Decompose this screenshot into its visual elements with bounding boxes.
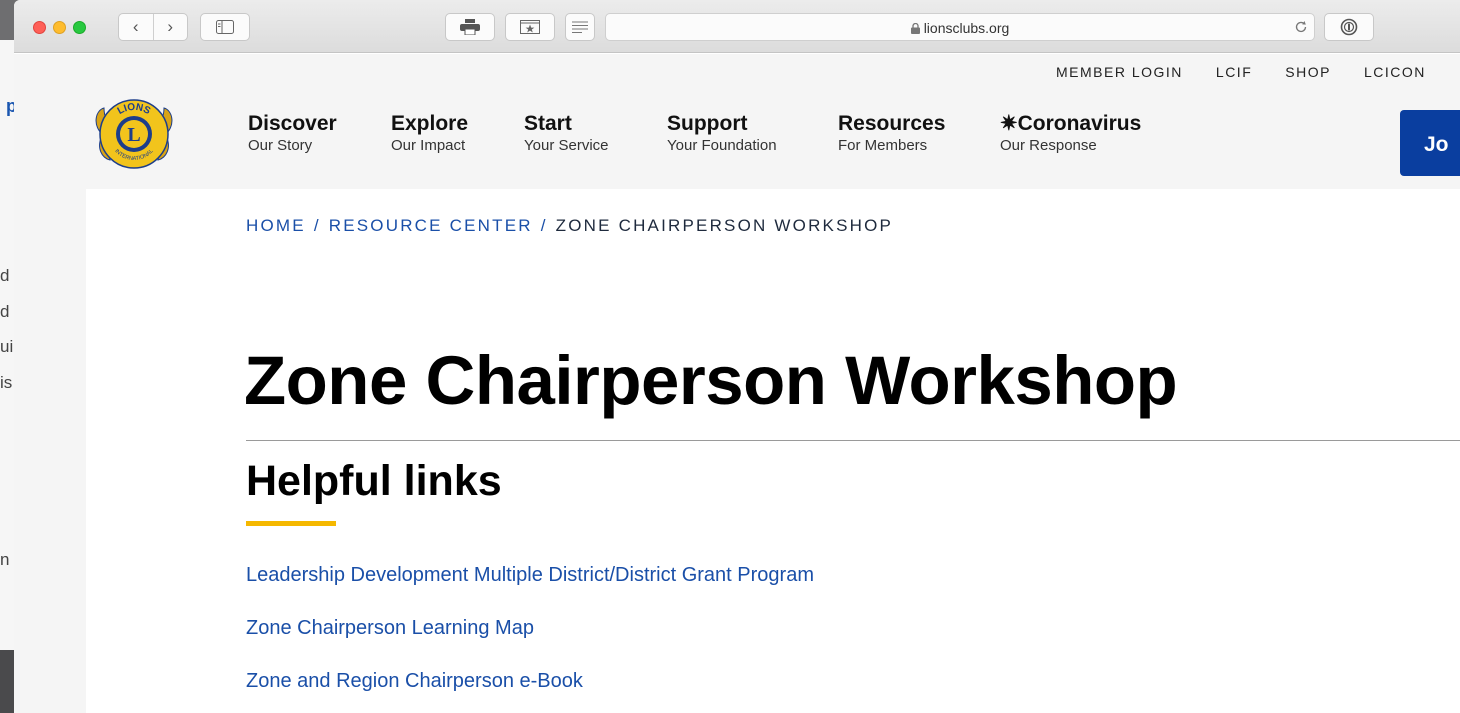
nav-item-subtitle: For Members [838, 137, 928, 154]
utility-link-lcif[interactable]: LCIF [1216, 64, 1252, 80]
main-content: HOME / RESOURCE CENTER / ZONE CHAIRPERSON WO… [86, 189, 1460, 713]
forward-button[interactable]: › [154, 14, 188, 40]
nav-item-resources[interactable]: Resources For Members [838, 112, 945, 156]
page-title: Zone Chairperson Workshop [244, 342, 1178, 419]
join-button[interactable]: Jo [1400, 110, 1460, 176]
reader-icon [572, 21, 588, 33]
nav-item-title: Start [524, 112, 572, 135]
history-nav-group: ‹ › [118, 13, 188, 41]
close-window-button[interactable] [33, 21, 46, 34]
bookmark-button[interactable] [505, 13, 555, 41]
minimize-window-button[interactable] [53, 21, 66, 34]
password-manager-icon [1340, 18, 1358, 36]
background-fragment: ui [0, 337, 14, 356]
utility-link-member-login[interactable]: MEMBER LOGIN [1056, 64, 1183, 80]
background-fragment: n [0, 550, 10, 569]
link-learning-map[interactable]: Zone Chairperson Learning Map [246, 618, 814, 638]
nav-item-start[interactable]: Start Your Service [524, 112, 609, 156]
heading-underline [246, 521, 336, 526]
link-grant-program[interactable]: Leadership Development Multiple District… [246, 565, 814, 585]
background-fragment: is [0, 373, 13, 392]
breadcrumb: HOME / RESOURCE CENTER / ZONE CHAIRPERSON WO… [246, 216, 893, 236]
nav-item-subtitle: Your Service [524, 137, 609, 154]
zoom-window-button[interactable] [73, 21, 86, 34]
lions-logo[interactable]: L LIONS INTERNATIONAL [90, 94, 178, 174]
breadcrumb-current: ZONE CHAIRPERSON WORKSHOP [555, 216, 894, 235]
nav-item-subtitle: Our Story [248, 137, 313, 154]
background-fragment: d [0, 302, 10, 321]
background-fragment: d [0, 266, 10, 285]
browser-toolbar: ‹ › lionsclubs.org [14, 0, 1460, 53]
url-display: lionsclubs.org [606, 20, 1314, 36]
nav-item-subtitle: Your Foundation [667, 137, 777, 154]
breadcrumb-link-resource-center[interactable]: RESOURCE CENTER [329, 216, 533, 235]
password-manager-button[interactable] [1324, 13, 1374, 41]
utility-nav: MEMBER LOGIN LCIF SHOP LCICON [1056, 64, 1459, 80]
utility-link-lcicon[interactable]: LCICON [1364, 64, 1426, 80]
url-text: lionsclubs.org [923, 20, 1010, 36]
sidebar-icon [216, 20, 234, 34]
nav-item-title: Resources [838, 112, 946, 135]
browser-window: ‹ › lionsclubs.org MEMBER LOGIN LCIF SHO… [14, 0, 1460, 713]
breadcrumb-separator: / [540, 216, 548, 235]
svg-text:L: L [127, 124, 140, 146]
breadcrumb-separator: / [313, 216, 321, 235]
nav-item-support[interactable]: Support Your Foundation [667, 112, 777, 156]
lock-icon [910, 23, 920, 34]
breadcrumb-link-home[interactable]: HOME [246, 216, 306, 235]
title-divider [246, 440, 1460, 441]
nav-item-discover[interactable]: Discover Our Story [248, 112, 337, 156]
nav-item-explore[interactable]: Explore Our Impact [391, 112, 468, 156]
nav-item-title: Explore [391, 112, 469, 135]
background-desktop [0, 650, 14, 713]
lions-emblem-icon: L LIONS INTERNATIONAL [95, 99, 173, 169]
nav-item-subtitle: Our Impact [391, 137, 466, 154]
address-bar[interactable]: lionsclubs.org [605, 13, 1315, 41]
reload-icon[interactable] [1292, 18, 1310, 36]
nav-item-coronavirus[interactable]: ✷Coronavirus Our Response [1000, 112, 1141, 156]
section-heading: Helpful links [246, 457, 502, 505]
sidebar-toggle-button[interactable] [200, 13, 250, 41]
link-chairperson-ebook[interactable]: Zone and Region Chairperson e-Book [246, 671, 814, 691]
print-button[interactable] [445, 13, 495, 41]
back-button[interactable]: ‹ [119, 14, 154, 40]
printer-icon [460, 19, 480, 35]
reader-view-button[interactable] [565, 13, 595, 41]
helpful-links-list: Leadership Development Multiple District… [246, 565, 814, 713]
nav-item-title: ✷Coronavirus [1000, 112, 1142, 135]
nav-item-title: Support [667, 112, 748, 135]
utility-link-shop[interactable]: SHOP [1285, 64, 1331, 80]
star-box-icon [520, 20, 540, 34]
web-page: MEMBER LOGIN LCIF SHOP LCICON L LIONS IN… [14, 54, 1460, 713]
nav-item-subtitle: Our Response [1000, 137, 1097, 154]
nav-item-title: Discover [248, 112, 337, 135]
